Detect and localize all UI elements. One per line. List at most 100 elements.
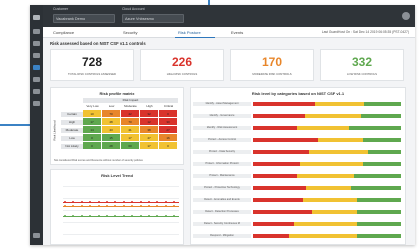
impact-level-header: Low xyxy=(108,103,115,108)
category-bar-high[interactable] xyxy=(253,126,298,130)
category-bar-low[interactable] xyxy=(368,150,401,154)
category-bar-moderate[interactable] xyxy=(309,150,369,154)
category-bar-low[interactable] xyxy=(362,138,401,142)
trend-point[interactable] xyxy=(97,205,100,207)
chart-icon[interactable] xyxy=(33,65,40,70)
tab-risk-posture[interactable]: Risk Posture xyxy=(178,30,201,35)
kpi-card-low[interactable]: 332 LOW RISK CONTROLS xyxy=(320,49,404,81)
category-label: Protect - Maintenance xyxy=(193,174,251,178)
trend-point[interactable] xyxy=(164,205,167,207)
trend-point[interactable] xyxy=(64,201,66,203)
trend-point[interactable] xyxy=(122,205,125,207)
category-bar-low[interactable] xyxy=(364,102,401,106)
category-bar-moderate[interactable] xyxy=(300,162,363,166)
trend-point[interactable] xyxy=(80,205,83,207)
trend-point[interactable] xyxy=(148,205,150,207)
category-bar-high[interactable] xyxy=(253,234,289,238)
tab-events[interactable]: Events xyxy=(231,30,243,35)
category-bar-high[interactable] xyxy=(253,114,305,118)
trend-point[interactable] xyxy=(64,205,66,207)
category-bar-moderate[interactable] xyxy=(312,210,357,214)
category-bar-low[interactable] xyxy=(353,174,401,178)
trend-point[interactable] xyxy=(80,201,83,203)
trend-point[interactable] xyxy=(122,201,125,203)
category-bar-high[interactable] xyxy=(253,174,298,178)
risk-matrix-cell: 30 xyxy=(159,118,178,126)
home-icon[interactable] xyxy=(33,15,40,20)
category-bar-high[interactable] xyxy=(253,198,304,202)
category-bar-high[interactable] xyxy=(253,210,313,214)
category-bar-low[interactable] xyxy=(356,222,401,226)
trend-point[interactable] xyxy=(139,205,142,207)
category-label: Detect - Detection Processes xyxy=(193,210,251,214)
trend-point[interactable] xyxy=(148,215,150,217)
cloud-icon[interactable] xyxy=(33,29,40,34)
dashboard-window: Customer Vacabrank Demo Cloud Account Az… xyxy=(30,5,415,245)
tab-compliance[interactable]: Compliance xyxy=(53,30,74,35)
trend-point[interactable] xyxy=(164,201,167,203)
wrench-icon[interactable] xyxy=(33,77,40,82)
user-icon[interactable] xyxy=(33,233,40,238)
category-bar-moderate[interactable] xyxy=(318,138,363,142)
category-bar-moderate[interactable] xyxy=(297,126,350,130)
trend-point[interactable] xyxy=(97,201,100,203)
kpi-high-value: 226 xyxy=(171,55,193,69)
trend-point[interactable] xyxy=(80,215,83,217)
trend-point[interactable] xyxy=(122,215,125,217)
category-bar-low[interactable] xyxy=(356,234,401,238)
trend-point[interactable] xyxy=(64,215,66,217)
category-bar-low[interactable] xyxy=(361,114,401,118)
category-bar-moderate[interactable] xyxy=(288,234,357,238)
category-label: Protect - Protective Technology xyxy=(193,186,251,190)
impact-level-header: Moderate xyxy=(124,103,137,108)
category-bar-low[interactable] xyxy=(356,210,401,214)
likelihood-level-header: Low xyxy=(61,135,83,141)
risk-matrix-note: Not considered Risk scores and Resource … xyxy=(54,159,143,162)
category-bar-moderate[interactable] xyxy=(315,102,364,106)
category-bar-moderate[interactable] xyxy=(303,198,357,202)
category-bar-moderate[interactable] xyxy=(306,186,351,190)
category-bar-low[interactable] xyxy=(362,162,401,166)
customer-label: Customer xyxy=(53,7,69,11)
trend-point[interactable] xyxy=(139,215,142,217)
kpi-card-high[interactable]: 226 HIGH RISK CONTROLS xyxy=(140,49,224,81)
risk-matrix-cell: 47 xyxy=(140,134,159,142)
category-bar-low[interactable] xyxy=(349,126,401,130)
category-bar-low[interactable] xyxy=(350,186,401,190)
trend-point[interactable] xyxy=(97,215,100,217)
trend-point[interactable] xyxy=(139,201,142,203)
shield-icon[interactable] xyxy=(33,41,40,46)
risk-matrix-title: Risk profile matrix xyxy=(99,91,135,96)
category-bar-high[interactable] xyxy=(253,222,295,226)
category-label: Protect - Access Control xyxy=(193,138,251,142)
risk-matrix-cell: 12 xyxy=(140,118,159,126)
trend-point[interactable] xyxy=(106,205,108,207)
bell-icon[interactable] xyxy=(33,89,40,94)
tab-security[interactable]: Security xyxy=(123,30,137,35)
gear-icon[interactable] xyxy=(33,101,40,106)
kpi-card-moderate[interactable]: 170 MODERATE RISK CONTROLS xyxy=(230,49,314,81)
customer-select[interactable]: Vacabrank Demo xyxy=(53,14,115,23)
risk-matrix-cell: 17 xyxy=(121,134,140,142)
likelihood-level-header: Moderate xyxy=(61,127,83,133)
kpi-card-total[interactable]: 728 TOTAL RISK CONTROLS ASSESSED xyxy=(50,49,134,81)
category-bar-low[interactable] xyxy=(356,198,401,202)
cloud-account-select[interactable]: Azure Vnbsesmo xyxy=(122,14,184,23)
category-bar-high[interactable] xyxy=(253,162,301,166)
list-icon[interactable] xyxy=(33,53,40,58)
category-bar-high[interactable] xyxy=(253,186,307,190)
category-bar-high[interactable] xyxy=(253,138,319,142)
trend-point[interactable] xyxy=(148,201,150,203)
trend-point[interactable] xyxy=(164,215,167,217)
category-bar-moderate[interactable] xyxy=(297,174,354,178)
category-bar-high[interactable] xyxy=(253,102,316,106)
category-bar-high[interactable] xyxy=(253,150,310,154)
category-bar-moderate[interactable] xyxy=(304,114,362,118)
category-bar-moderate[interactable] xyxy=(294,222,357,226)
risk-matrix-cell: 70 xyxy=(102,110,121,118)
trend-point[interactable] xyxy=(106,215,108,217)
risk-matrix-cell: 15 xyxy=(102,134,121,142)
category-risk-bars: Identify - Asset Management Identify - Go… xyxy=(191,100,405,244)
trend-point[interactable] xyxy=(106,201,108,203)
avatar[interactable] xyxy=(402,12,410,20)
